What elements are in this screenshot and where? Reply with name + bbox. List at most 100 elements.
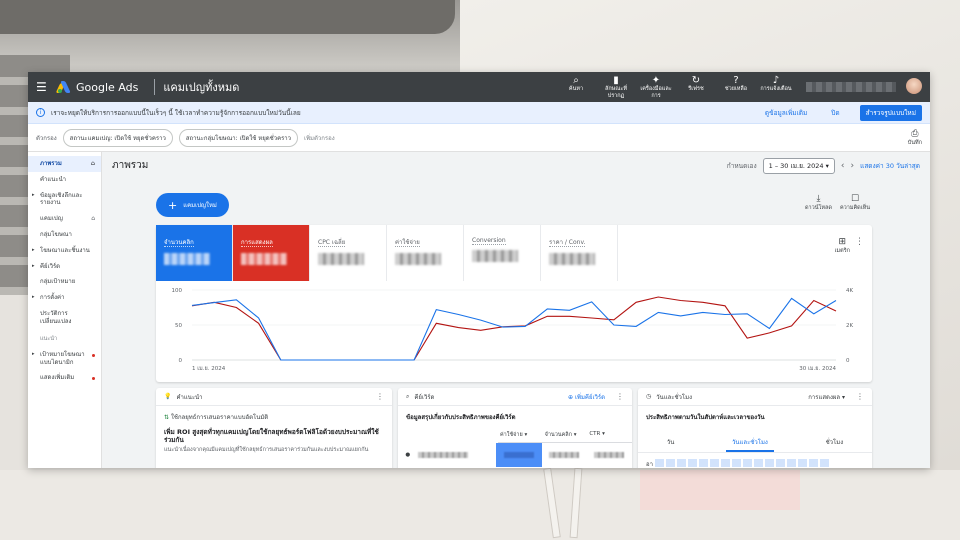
caret-icon: ▸	[32, 350, 35, 357]
more-options-icon[interactable]: ⋮	[856, 392, 864, 401]
tab-day-and-hour[interactable]: วันและชั่วโมง	[726, 434, 774, 452]
download-button[interactable]: ⤓ ดาวน์โหลด	[805, 194, 832, 212]
date-range-picker[interactable]: 1 – 30 เม.ย. 2024 ▾	[762, 158, 835, 174]
alert-dot-icon	[92, 377, 95, 381]
filter-chip-adgroup-status[interactable]: สถานะกลุ่มโฆษณา: เปิดใช้ หยุดชั่วคราว	[178, 128, 299, 147]
sidebar-item-label: แนะนำ	[40, 335, 58, 342]
sidebar-item[interactable]: กลุ่มโฆษณา	[28, 227, 101, 243]
sidebar-item[interactable]: แสดงเพิ่มเติม	[28, 370, 101, 386]
sidebar-item[interactable]: ▸ คีย์เวิร์ด	[28, 259, 101, 275]
date-range-row: กำหนดเอง 1 – 30 เม.ย. 2024 ▾ ‹ › แสดงค่า…	[727, 158, 920, 174]
notifications-button[interactable]: ♪ การแจ้งเตือน	[758, 75, 794, 93]
previous-period-icon[interactable]: ‹	[841, 161, 845, 171]
sidebar-item-label: การตั้งค่า	[40, 294, 65, 302]
metric-label: ราคา / Conv.	[549, 239, 586, 247]
sidebar-item[interactable]: ▸ การตั้งค่า	[28, 290, 101, 306]
metric-tile[interactable]: ราคา / Conv.	[541, 225, 618, 281]
column-header-ctr[interactable]: CTR ▾	[587, 428, 632, 443]
save-button[interactable]: ⎙ บันทึก	[908, 129, 922, 147]
day-hour-tabs: วัน วันและชั่วโมง ชั่วโมง	[638, 434, 872, 453]
sidebar-item[interactable]: คำแนะนำ	[28, 172, 101, 188]
add-keyword-button[interactable]: ⊕ เพิ่มคีย์เวิร์ด	[568, 392, 605, 402]
filter-chip-campaign-status[interactable]: สถานะแคมเปญ: เปิดใช้ หยุดชั่วคราว	[62, 128, 173, 147]
tools-button[interactable]: ✦ เครื่องมือและ การ	[638, 75, 674, 99]
metric-tile[interactable]: การแสดงผล	[233, 225, 310, 281]
sidebar-item: แนะนำ	[28, 330, 101, 347]
column-header-cost[interactable]: ค่าใช้จ่าย ▾	[498, 428, 543, 443]
divider	[154, 79, 156, 95]
clock-icon: ◷	[646, 393, 652, 400]
sidebar-item[interactable]: แคมเปญ ⌂	[28, 211, 101, 227]
left-tick-label: 50	[175, 323, 182, 329]
sidebar-item-label: เป้าหมายโฆษณาแบบไดนามิก	[40, 350, 85, 366]
dropdown-icon: ▾	[825, 162, 829, 170]
dismiss-button[interactable]: ปิด	[831, 108, 839, 118]
sidebar-item-label: คำแนะนำ	[40, 175, 67, 183]
sidebar-item[interactable]: ประวัติการเปลี่ยนแปลง	[28, 306, 101, 330]
metric-value-redacted	[164, 253, 210, 265]
sidebar-item[interactable]: ▸ โฆษณาและชิ้นงาน	[28, 243, 101, 259]
left-tick-label: 100	[172, 288, 183, 294]
sidebar-item[interactable]: กลุ่มเป้าหมาย	[28, 274, 101, 290]
menu-icon[interactable]: ☰	[36, 80, 58, 94]
metric-tile[interactable]: จำนวนคลิก	[156, 225, 233, 281]
sidebar-item[interactable]: ▸ เป้าหมายโฆษณาแบบไดนามิก	[28, 347, 101, 371]
sidebar-item-label: ข้อมูลเชิงลึกและรายงาน	[40, 191, 83, 207]
help-button[interactable]: ? ช่วยเหลือ	[718, 75, 754, 93]
sidebar-item-label: ประวัติการเปลี่ยนแปลง	[40, 309, 72, 325]
try-new-design-button[interactable]: สำรวจรูปแบบใหม่	[859, 104, 922, 121]
google-ads-logo[interactable]: Google Ads	[55, 81, 138, 94]
metric-label: CPC เฉลี่ย	[318, 239, 346, 247]
sidebar-item[interactable]: ภาพรวม ⌂	[28, 156, 101, 172]
breadcrumb[interactable]: แคมเปญทั้งหมด	[163, 78, 239, 96]
metrics-button[interactable]: ⊞ เมตริก	[835, 237, 850, 255]
metric-selector[interactable]: การแสดงผล ▾	[808, 392, 845, 402]
metric-label: Conversion	[472, 237, 506, 245]
compare-link[interactable]: แสดงค่า 30 วันล่าสุด	[860, 161, 920, 171]
next-period-icon[interactable]: ›	[851, 161, 855, 171]
search-button[interactable]: ⌕ ค้นหา	[558, 75, 594, 93]
account-info[interactable]	[806, 82, 896, 92]
recommendation-item[interactable]: ⇅ ใช้กลยุทธ์การเสนอราคาแบบอัตโนมัติ	[156, 406, 392, 422]
table-row[interactable]: ●	[398, 443, 632, 467]
bell-icon: ♪	[772, 75, 780, 86]
tab-day[interactable]: วัน	[661, 434, 680, 452]
appearance-button[interactable]: ▮ ลักษณะที่ปรากฏ	[598, 75, 634, 99]
metric-label: ค่าใช้จ่าย	[395, 239, 420, 247]
column-header-clicks[interactable]: จำนวนคลิก ▾	[542, 428, 588, 443]
recommendations-card: 💡 คำแนะนำ ⋮ ⇅ ใช้กลยุทธ์การเสนอราคาแบบอัตโ…	[156, 388, 392, 468]
caret-icon: ▸	[32, 191, 35, 198]
new-campaign-button[interactable]: + แคมเปญใหม่	[156, 193, 229, 217]
more-options-icon[interactable]: ⋮	[855, 237, 864, 247]
keyword-icon: ⌕	[406, 392, 410, 400]
add-filter-button[interactable]: เพิ่มตัวกรอง	[304, 133, 335, 143]
bidding-icon: ⇅	[164, 414, 170, 421]
right-tick-label: 4K	[846, 288, 853, 294]
filter-label: ตัวกรอง	[36, 134, 57, 142]
sidebar-item-label: โฆษณาและชิ้นงาน	[40, 246, 90, 254]
metric-tile[interactable]: CPC เฉลี่ย	[310, 225, 387, 281]
left-tick-label: 0	[179, 358, 183, 364]
metric-value-redacted	[472, 250, 518, 262]
save-icon: ⎙	[911, 128, 919, 139]
google-ads-logo-icon	[55, 81, 72, 93]
overview-panel: ภาพรวม กำหนดเอง 1 – 30 เม.ย. 2024 ▾ ‹ › …	[102, 152, 930, 468]
metric-value-redacted	[318, 253, 364, 265]
caret-icon: ▸	[32, 262, 35, 269]
sidebar-item-label: แสดงเพิ่มเติม	[40, 374, 75, 382]
filter-bar: ตัวกรอง สถานะแคมเปญ: เปิดใช้ หยุดชั่วครา…	[28, 124, 930, 152]
metric-tile[interactable]: Conversion	[464, 225, 541, 281]
learn-more-link[interactable]: ดูข้อมูลเพิ่มเติม	[765, 108, 807, 118]
recommendation-headline: เพิ่ม ROI สูงสุดทั่วทุกแคมเปญโดยใช้กลยุท…	[164, 428, 379, 445]
feedback-button[interactable]: ☐ ความคิดเห็น	[840, 194, 870, 212]
more-options-icon[interactable]: ⋮	[376, 392, 384, 401]
avatar[interactable]	[906, 78, 922, 94]
metric-tile[interactable]: ค่าใช้จ่าย	[387, 225, 464, 281]
lightbulb-icon: 💡	[164, 393, 172, 400]
page-title: ภาพรวม	[112, 160, 149, 171]
sidebar-item[interactable]: ▸ ข้อมูลเชิงลึกและรายงาน	[28, 188, 101, 212]
refresh-button[interactable]: ↻ รีเฟรช	[678, 75, 714, 93]
more-options-icon[interactable]: ⋮	[616, 392, 624, 401]
top-bar: ☰ Google Ads แคมเปญทั้งหมด ⌕ ค้นหา ▮ ลักษณ…	[28, 72, 930, 102]
tab-hour[interactable]: ชั่วโมง	[820, 434, 850, 452]
